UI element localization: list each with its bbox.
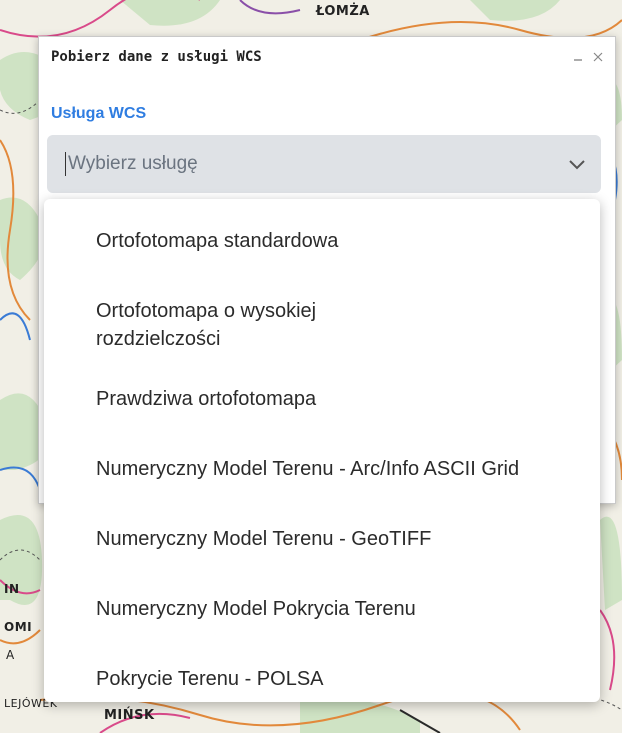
dropdown-option[interactable]: Ortofotomapa o wysokiej rozdzielczości bbox=[44, 287, 416, 363]
window-controls bbox=[569, 48, 607, 66]
service-select-placeholder: Wybierz usługę bbox=[68, 153, 198, 174]
map-city-label: IN bbox=[4, 582, 20, 596]
map-city-label: A bbox=[6, 648, 15, 662]
dropdown-option[interactable]: Ortofotomapa standardowa bbox=[44, 217, 600, 275]
service-dropdown-list: Ortofotomapa standardowa Ortofotomapa o … bbox=[44, 199, 600, 702]
dialog-title: Pobierz dane z usługi WCS bbox=[51, 49, 262, 65]
close-icon[interactable] bbox=[589, 48, 607, 66]
dropdown-option[interactable]: Numeryczny Model Terenu - GeoTIFF bbox=[44, 515, 600, 573]
minimize-icon[interactable] bbox=[569, 48, 587, 66]
dropdown-option[interactable]: Prawdziwa ortofotomapa bbox=[44, 375, 600, 433]
dialog-titlebar[interactable]: Pobierz dane z usługi WCS bbox=[39, 37, 615, 77]
dropdown-option[interactable]: Numeryczny Model Pokrycia Terenu bbox=[44, 585, 600, 643]
service-section-label: Usługa WCS bbox=[51, 105, 147, 122]
dropdown-option[interactable]: Numeryczny Model Terenu - Arc/Info ASCII… bbox=[44, 445, 556, 503]
service-select[interactable]: Wybierz usługę bbox=[47, 135, 601, 193]
dropdown-option[interactable]: Pokrycie Terenu - POLSA bbox=[44, 655, 600, 713]
chevron-down-icon[interactable] bbox=[567, 154, 587, 174]
map-city-label: OMI bbox=[4, 620, 33, 634]
map-city-label: ŁOMŻA bbox=[316, 4, 370, 19]
text-cursor bbox=[65, 152, 66, 176]
